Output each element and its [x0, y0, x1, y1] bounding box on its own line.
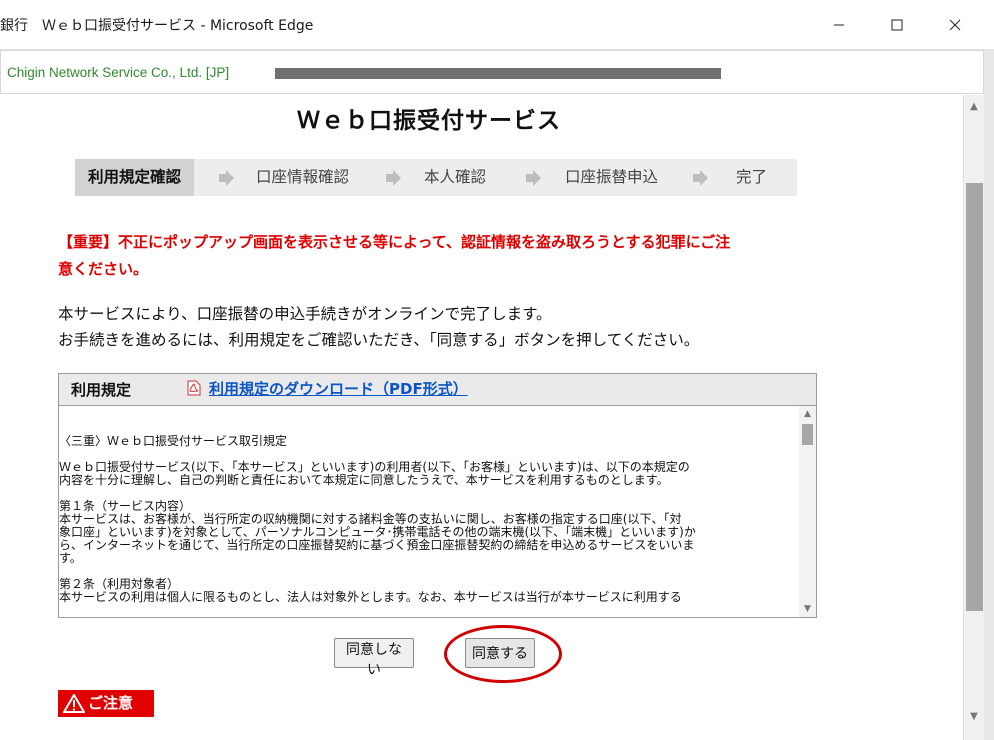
close-icon [949, 19, 961, 31]
terms-header: 利用規定 利用規定のダウンロード（PDF形式） [59, 374, 816, 406]
page-scrollbar[interactable]: ▲ ▼ [963, 95, 984, 740]
step-application: 口座振替申込 [565, 168, 659, 186]
maximize-icon [891, 19, 903, 31]
step-arrow-icon [219, 170, 234, 186]
step-arrow-icon [693, 170, 708, 186]
disagree-button[interactable]: 同意しない [334, 638, 414, 678]
minimize-icon [834, 24, 844, 26]
terms-panel: 利用規定 利用規定のダウンロード（PDF形式） 〈三重〉Ｗｅｂ口振受付サービス取… [58, 373, 817, 618]
window-edge [984, 50, 994, 740]
warning-line: 【重要】不正にポップアップ画面を表示させる等によって、認証情報を盗み取ろうとする… [58, 233, 731, 251]
step-account-info: 口座情報確認 [256, 168, 350, 186]
step-arrow-icon [386, 170, 401, 186]
step-identity: 本人確認 [424, 168, 487, 186]
redacted-url [275, 68, 721, 79]
terms-paragraph: 第１条（サービス内容） 本サービスは、お客様が、当行所定の収納機関に対する諸料金… [59, 499, 696, 565]
chevron-up-icon[interactable]: ▲ [964, 101, 984, 117]
terms-scroll-thumb[interactable] [802, 424, 813, 445]
intro-text: 本サービスにより、口座振替の申込手続きがオンラインで完了します。 お手続きを進め… [58, 301, 699, 353]
terms-paragraph: 〈三重〉Ｗｅｂ口振受付サービス取引規定 [59, 434, 288, 448]
notice-label: ご注意 [88, 694, 134, 712]
progress-steps: 利用規定確認 口座情報確認 本人確認 口座振替申込 完了 [75, 159, 797, 196]
chevron-up-icon[interactable]: ▲ [799, 406, 816, 422]
close-button[interactable] [926, 0, 984, 50]
address-bar[interactable]: Chigin Network Service Co., Ltd. [JP] [0, 50, 984, 94]
intro-line: お手続きを進めるには、利用規定をご確認いただき、「同意する」ボタンを押してくださ… [58, 331, 700, 349]
page-content: Ｗｅｂ口振受付サービス 利用規定確認 口座情報確認 本人確認 口座振替申込 完了… [0, 95, 963, 740]
agree-button[interactable]: 同意する [465, 638, 535, 668]
terms-text[interactable]: 〈三重〉Ｗｅｂ口振受付サービス取引規定 Ｗｅｂ口振受付サービス(以下、「本サービ… [59, 406, 799, 617]
warning-line: 意ください。 [58, 260, 149, 278]
step-complete: 完了 [736, 168, 768, 186]
terms-header-label: 利用規定 [71, 381, 132, 399]
step-arrow-icon [526, 170, 541, 186]
intro-line: 本サービスにより、口座振替の申込手続きがオンラインで完了します。 [58, 305, 552, 323]
terms-scrollbar[interactable]: ▲ ▼ [799, 406, 816, 617]
pdf-icon[interactable] [187, 380, 201, 396]
notice-badge[interactable]: ご注意 [58, 690, 154, 717]
security-warning: 【重要】不正にポップアップ画面を表示させる等によって、認証情報を盗み取ろうとする… [58, 229, 818, 283]
chevron-down-icon[interactable]: ▼ [799, 601, 816, 617]
page-scroll-thumb[interactable] [966, 183, 983, 611]
step-terms: 利用規定確認 [75, 159, 195, 196]
maximize-button[interactable] [868, 0, 926, 50]
terms-download-link[interactable]: 利用規定のダウンロード（PDF形式） [209, 378, 468, 399]
page-title: Ｗｅｂ口振受付サービス [297, 108, 561, 134]
site-identity[interactable]: Chigin Network Service Co., Ltd. [JP] [7, 65, 229, 80]
warning-icon [63, 694, 85, 713]
minimize-button[interactable] [810, 0, 868, 50]
window-titlebar: 銀行 Ｗｅｂ口振受付サービス - Microsoft Edge [0, 0, 994, 50]
terms-paragraph: Ｗｅｂ口振受付サービス(以下、「本サービス」といいます)の利用者(以下、「お客様… [59, 460, 690, 487]
chevron-down-icon[interactable]: ▼ [964, 711, 984, 727]
terms-paragraph: 第２条（利用対象者） 本サービスの利用は個人に限るものとし、法人は対象外とします… [59, 577, 682, 604]
window-title: 銀行 Ｗｅｂ口振受付サービス - Microsoft Edge [0, 18, 314, 34]
